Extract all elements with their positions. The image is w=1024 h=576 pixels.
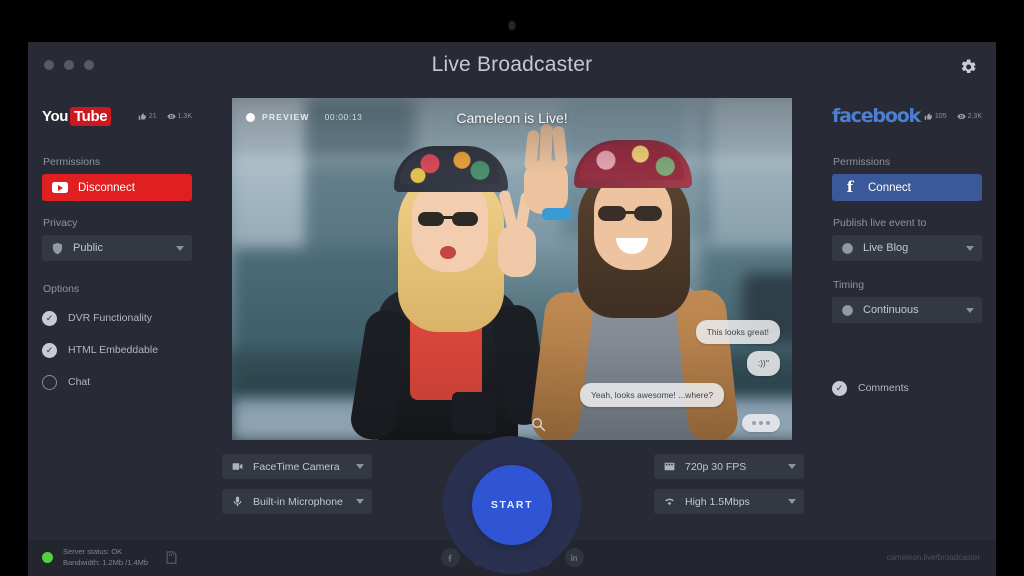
magnifier-icon[interactable]	[530, 416, 547, 433]
chevron-down-icon	[176, 245, 184, 251]
timing-value: Continuous	[863, 304, 919, 316]
title-bar: Live Broadcaster	[28, 42, 996, 90]
facebook-icon[interactable]	[440, 548, 460, 567]
eye-icon	[956, 113, 966, 119]
youtube-disconnect-label: Disconnect	[78, 181, 135, 194]
views-count: 1.3K	[177, 112, 192, 120]
youtube-disconnect-button[interactable]: Disconnect	[42, 174, 192, 201]
chevron-down-icon	[356, 464, 364, 469]
chat-typing-indicator	[742, 414, 780, 432]
facebook-f-icon: f	[846, 178, 854, 196]
camera-select[interactable]: FaceTime Camera	[222, 454, 372, 479]
privacy-label: Privacy	[43, 217, 78, 229]
youtube-play-icon	[52, 180, 68, 196]
video-overlay-title: Cameleon is Live!	[456, 110, 568, 126]
likes-count: 21	[148, 112, 157, 120]
publish-label: Publish live event to	[833, 217, 927, 229]
eye-icon	[166, 113, 176, 119]
camera-value: FaceTime Camera	[253, 460, 340, 473]
chevron-down-icon	[966, 245, 974, 251]
timing-label: Timing	[833, 279, 865, 291]
privacy-select[interactable]: Public	[42, 235, 192, 261]
quality-value: 720p 30 FPS	[685, 460, 747, 473]
start-button-label: START	[490, 499, 534, 511]
quality-select[interactable]: 720p 30 FPS	[654, 454, 804, 479]
option-html-label: HTML Embeddable	[68, 344, 159, 356]
likes-stat: 21	[138, 112, 157, 121]
bandwidth-select[interactable]: High 1.5Mbps	[654, 489, 804, 514]
chevron-down-icon	[966, 307, 974, 313]
microphone-select[interactable]: Built-in Microphone	[222, 489, 372, 514]
footer-url: cameleon.live/broadcaster	[886, 553, 980, 562]
chat-bubble: :))''	[746, 351, 780, 376]
checkbox-html[interactable]	[42, 342, 57, 358]
option-comments-label: Comments	[858, 382, 909, 394]
permissions-label: Permissions	[833, 156, 891, 168]
checkbox-comments[interactable]	[832, 380, 847, 396]
main-body: You Tube 21 1.3K Permissions Disconnect …	[28, 90, 996, 574]
facebook-panel: facebook 105 2.3K Permissions f Connect …	[818, 90, 996, 540]
publish-target-value: Live Blog	[863, 242, 909, 254]
thumbs-up-icon	[924, 112, 932, 120]
options-label: Options	[43, 283, 80, 295]
input-device-controls: FaceTime Camera Built-in Microphone	[222, 454, 372, 524]
wifi-icon	[662, 495, 677, 508]
youtube-stats: 21 1.3K	[138, 112, 192, 121]
chat-bubble: Yeah, looks awesome! ...where?	[580, 382, 725, 407]
views-stat: 2.3K	[956, 112, 982, 121]
facebook-brand-row: facebook 105 2.3K	[832, 98, 982, 134]
option-chat[interactable]: Chat	[42, 369, 192, 395]
option-dvr-functionality[interactable]: DVR Functionality	[42, 305, 192, 331]
thumbs-up-icon	[138, 112, 146, 120]
option-chat-label: Chat	[68, 376, 91, 388]
timing-select[interactable]: Continuous	[832, 297, 982, 323]
views-count: 2.3K	[967, 112, 982, 120]
video-section: PREVIEW 00:00:13 Cameleon is Live! This …	[206, 90, 818, 574]
option-html-embeddable[interactable]: HTML Embeddable	[42, 337, 192, 363]
privacy-value: Public	[73, 242, 103, 254]
start-button-halo: START	[443, 436, 581, 574]
likes-count: 105	[934, 112, 947, 120]
chevron-down-icon	[356, 499, 364, 504]
video-camera-icon	[230, 460, 245, 473]
app-window: Live Broadcaster You Tube 21 1.3K Permis…	[28, 42, 996, 576]
shield-icon	[50, 241, 64, 255]
broadcast-controls: FaceTime Camera Built-in Microphone STAR…	[206, 436, 818, 574]
microphone-icon	[230, 495, 245, 508]
gear-icon[interactable]	[958, 57, 978, 77]
chat-overlay: This looks great! :))'' Yeah, looks awes…	[580, 320, 780, 432]
clock-icon	[840, 303, 854, 317]
youtube-panel: You Tube 21 1.3K Permissions Disconnect …	[28, 90, 206, 540]
option-dvr-label: DVR Functionality	[68, 312, 153, 324]
film-icon	[662, 460, 677, 473]
chat-bubble: This looks great!	[695, 320, 780, 345]
publish-target-select[interactable]: Live Blog	[832, 235, 982, 261]
chevron-down-icon	[788, 499, 796, 504]
facebook-connect-button[interactable]: f Connect	[832, 174, 982, 201]
output-quality-controls: 720p 30 FPS High 1.5Mbps	[654, 454, 804, 524]
facebook-stats: 105 2.3K	[924, 112, 982, 121]
facebook-logo: facebook	[832, 105, 921, 127]
video-preview[interactable]: PREVIEW 00:00:13 Cameleon is Live! This …	[232, 98, 792, 440]
linkedin-icon[interactable]	[564, 548, 584, 567]
option-comments[interactable]: Comments	[832, 375, 982, 401]
views-stat: 1.3K	[166, 112, 192, 121]
webcam-icon	[509, 21, 515, 30]
user-circle-icon	[840, 241, 854, 255]
permissions-label: Permissions	[43, 156, 101, 168]
youtube-brand-row: You Tube 21 1.3K	[42, 98, 192, 134]
start-button[interactable]: START	[472, 465, 552, 545]
checkbox-dvr[interactable]	[42, 310, 57, 326]
laptop-screen: Live Broadcaster You Tube 21 1.3K Permis…	[0, 0, 1024, 576]
youtube-logo: You Tube	[42, 106, 112, 126]
facebook-connect-label: Connect	[868, 181, 911, 194]
page-title: Live Broadcaster	[431, 53, 593, 76]
likes-stat: 105	[924, 112, 947, 121]
checkbox-chat[interactable]	[42, 374, 57, 390]
chevron-down-icon	[788, 464, 796, 469]
bandwidth-value: High 1.5Mbps	[685, 495, 750, 508]
microphone-value: Built-in Microphone	[253, 495, 343, 508]
